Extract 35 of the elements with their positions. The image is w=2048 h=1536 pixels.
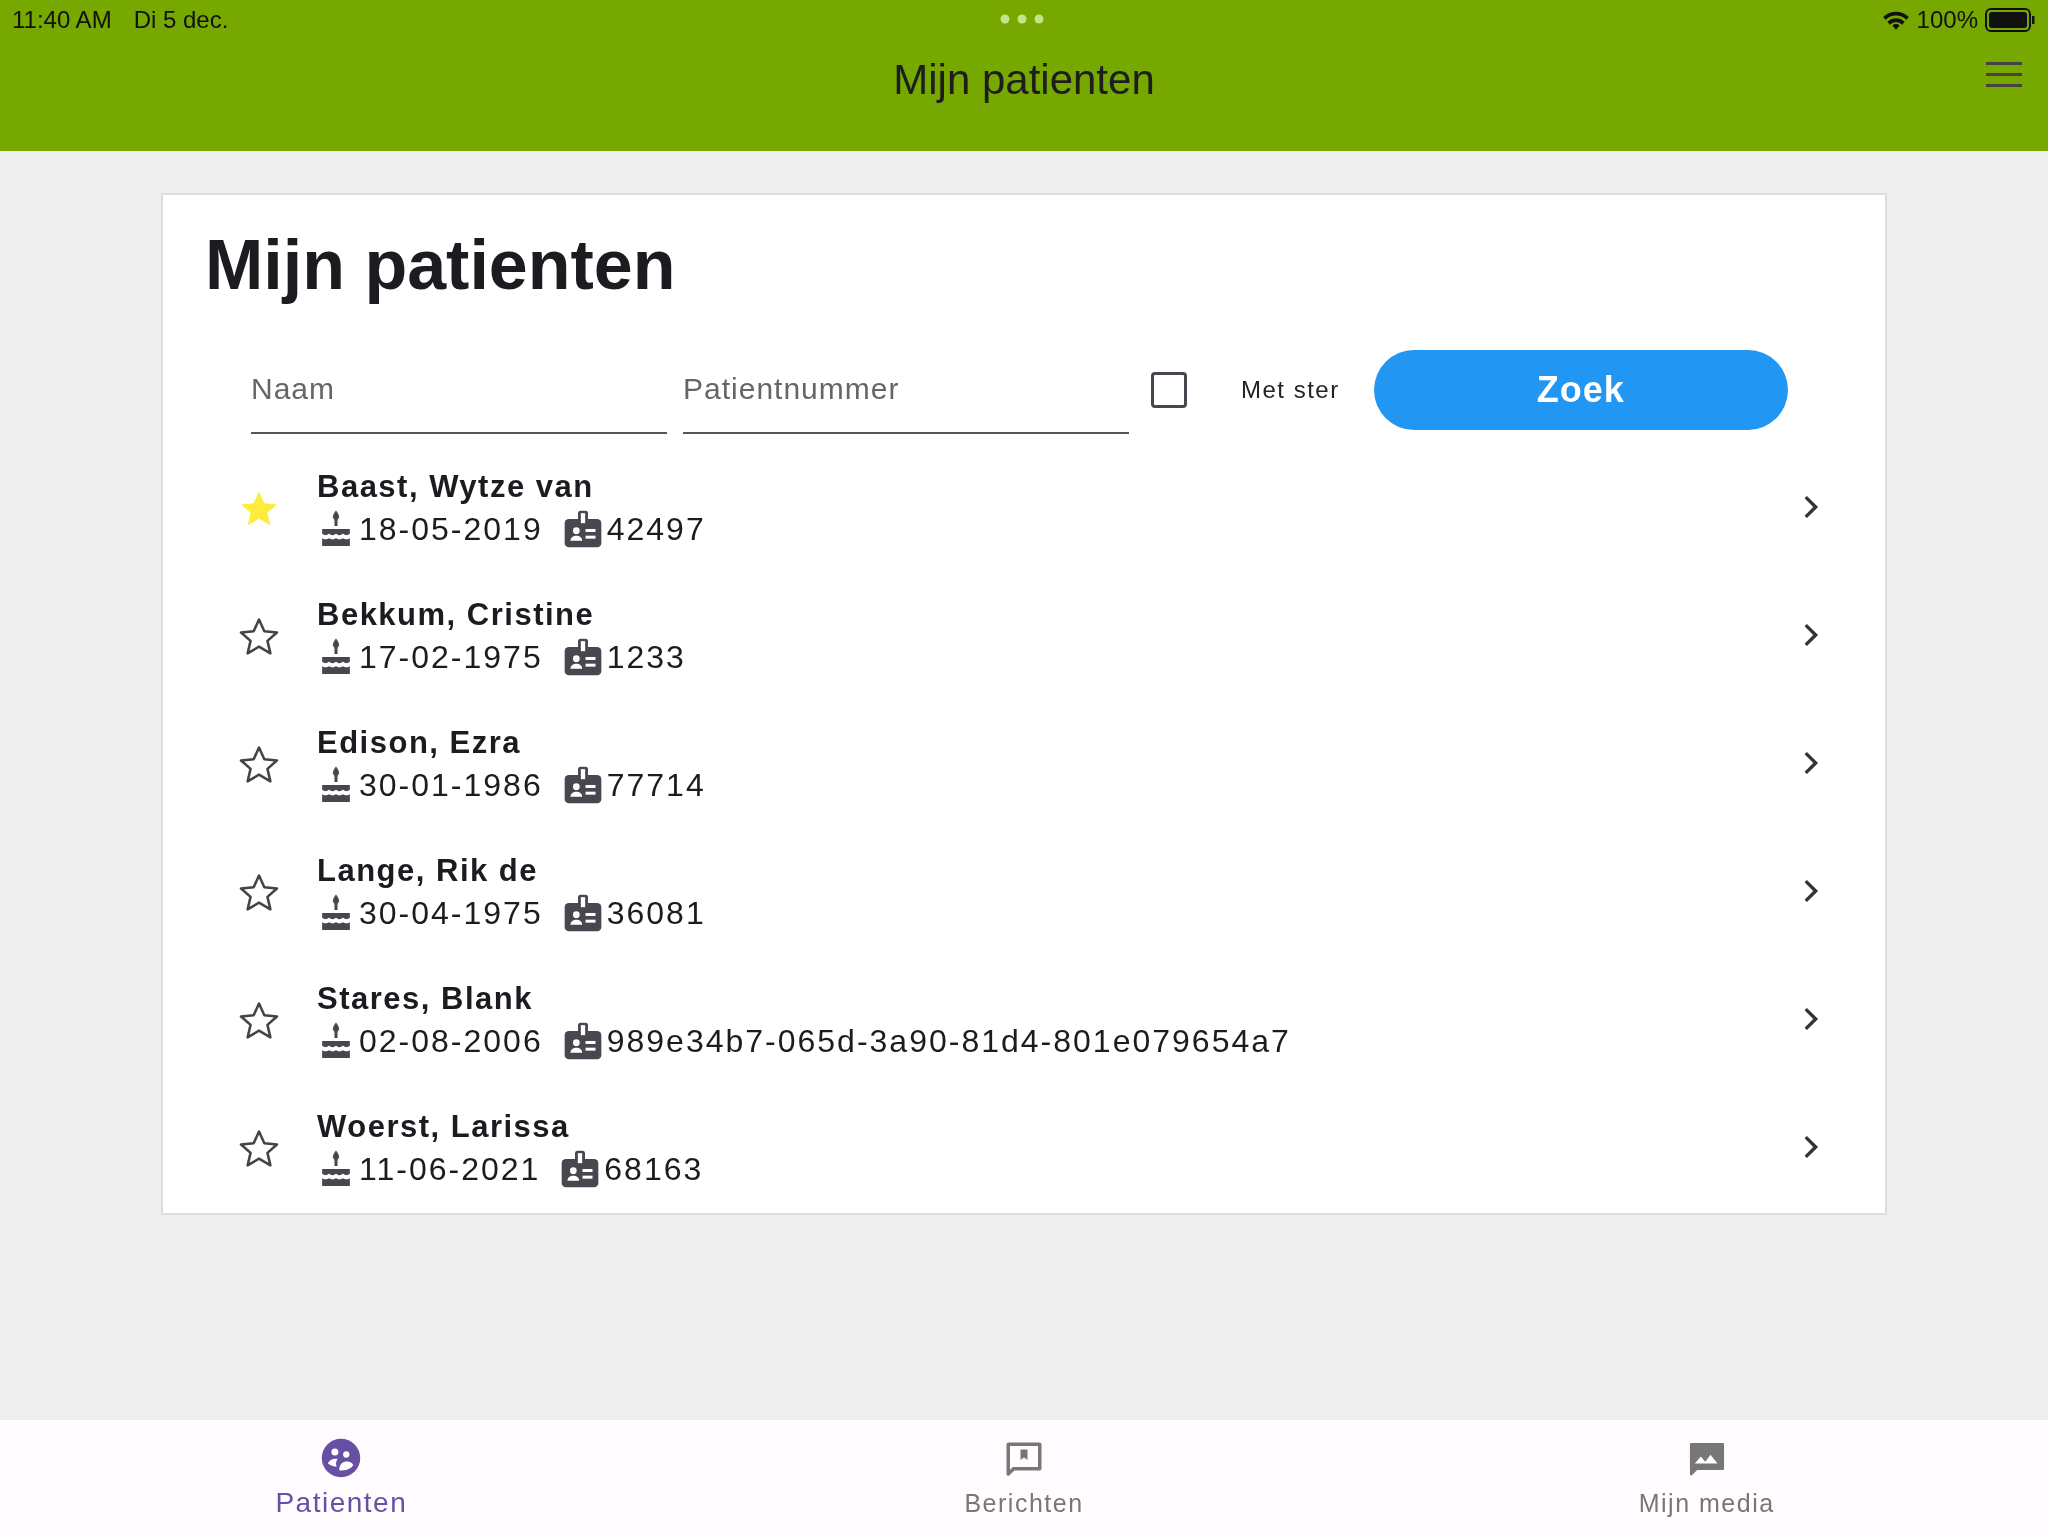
patient-name: Baast, Wytze van: [317, 469, 595, 505]
birth-date: 18-05-2019: [359, 510, 543, 548]
status-time: 11:40 AM: [12, 6, 112, 34]
birth-date: 17-02-1975: [359, 638, 543, 676]
patient-number: 77714: [606, 766, 706, 804]
patient-number: 36081: [606, 894, 706, 932]
multitasking-dots-icon[interactable]: [1000, 14, 1044, 24]
birth-date: 30-04-1975: [359, 894, 543, 932]
patient-name: Edison, Ezra: [317, 725, 523, 761]
page-heading: Mijn patienten: [205, 225, 677, 305]
starred-checkbox[interactable]: [1151, 372, 1187, 408]
battery-icon: [1984, 8, 2036, 32]
battery-percent: 100%: [1916, 6, 1978, 34]
patient-name: Lange, Rik de: [317, 853, 540, 889]
patient-number-field[interactable]: Patientnummer: [683, 346, 1129, 434]
search-button[interactable]: Zoek: [1373, 350, 1788, 430]
app-title: Mijn patienten: [893, 55, 1155, 104]
status-date: Di 5 dec.: [133, 6, 229, 34]
patient-number: 989e34b7-065d-3a90-81d4-801e079654a7: [606, 1022, 1291, 1060]
starred-label: Met ster: [1241, 376, 1340, 404]
nav-tab[interactable]: Berichten: [682, 1420, 1366, 1536]
patient-number: 1233: [606, 638, 686, 676]
birth-date: 11-06-2021: [359, 1150, 541, 1188]
birth-date: 30-01-1986: [359, 766, 543, 804]
patient-name: Woerst, Larissa: [317, 1109, 571, 1145]
patient-name: Bekkum, Cristine: [317, 597, 596, 633]
people-icon: [320, 1437, 363, 1479]
patient-number: 68163: [604, 1150, 704, 1188]
name-field[interactable]: Naam: [251, 346, 667, 434]
menu-icon[interactable]: [1986, 62, 2022, 88]
nav-tab[interactable]: Patienten: [0, 1420, 683, 1536]
birth-date: 02-08-2006: [359, 1022, 543, 1060]
nav-tab[interactable]: Mijn media: [1365, 1420, 2048, 1536]
patient-number: 42497: [606, 510, 706, 548]
patient-name: Stares, Blank: [317, 981, 534, 1017]
